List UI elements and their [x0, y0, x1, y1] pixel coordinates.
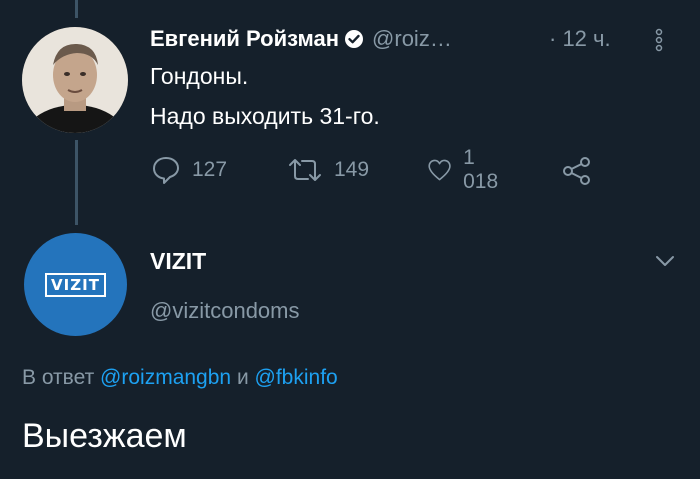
- retweet-count: 149: [334, 158, 370, 181]
- retweet-button[interactable]: 149: [286, 152, 369, 188]
- tweet-header: Евгений Ройзман @roiz…: [150, 24, 452, 54]
- author-name[interactable]: Евгений Ройзман: [150, 26, 339, 52]
- tweet-text: Выезжаем: [22, 417, 187, 455]
- thread-line-bottom: [75, 140, 78, 225]
- thread-line-top: [75, 0, 78, 18]
- tweet-text-line-2: Надо выходить 31-го.: [150, 103, 380, 129]
- like-icon: [428, 159, 451, 181]
- reply-conjunction: и: [236, 366, 249, 389]
- retweet-icon: [289, 159, 321, 181]
- mention-link[interactable]: @fbkinfo: [255, 366, 338, 389]
- timestamp[interactable]: · 12 ч.: [549, 24, 611, 54]
- more-vertical-icon[interactable]: [653, 24, 665, 54]
- vizit-avatar[interactable]: VIZIT: [24, 233, 127, 336]
- share-icon: [563, 157, 590, 185]
- share-button[interactable]: [560, 152, 594, 188]
- reply-button[interactable]: 127: [150, 152, 227, 188]
- reply-context: В ответ @roizmangbn и @fbkinfo: [22, 366, 338, 390]
- verified-icon: [345, 30, 364, 48]
- reply-icon: [153, 157, 179, 184]
- author-handle[interactable]: @vizitcondoms: [150, 298, 300, 324]
- reply-prefix: В ответ: [22, 366, 95, 389]
- vizit-logo: VIZIT: [45, 272, 106, 297]
- author-handle[interactable]: @roiz…: [372, 26, 452, 52]
- like-count: 1 018: [463, 146, 499, 193]
- avatar[interactable]: [22, 27, 128, 133]
- reply-count: 127: [192, 158, 228, 181]
- tweet-text-line-1: Гондоны.: [150, 63, 249, 89]
- chevron-down-icon[interactable]: [654, 253, 676, 269]
- author-name[interactable]: VIZIT: [150, 248, 206, 275]
- like-button[interactable]: 1 018: [426, 146, 505, 193]
- mention-link[interactable]: @roizmangbn: [100, 366, 231, 389]
